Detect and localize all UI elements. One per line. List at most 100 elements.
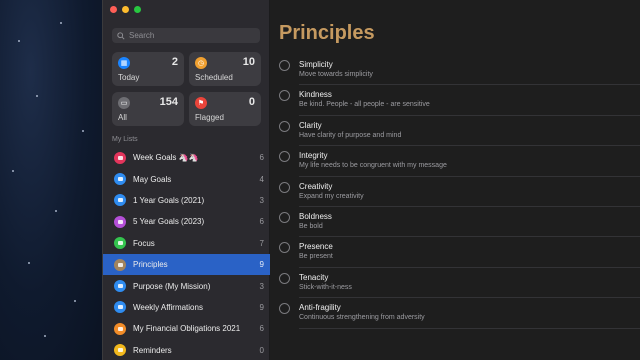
reminder-checkbox[interactable] [279,120,290,132]
list-count: 6 [259,324,264,334]
smart-list-today[interactable]: ▦ 2 Today [112,52,184,86]
list-count: 7 [259,238,264,248]
list-bullet-icon [114,237,126,250]
list-bullet-icon [114,280,126,293]
smart-list-count: 0 [248,96,255,108]
smart-list-count: 10 [242,56,255,68]
tray-icon: ▭ [118,97,130,109]
desktop-wallpaper [0,0,102,360]
list-title: Principles [279,22,375,44]
reminder-checkbox[interactable] [279,181,290,193]
list-name: 5 Year Goals (2023) [133,217,205,227]
sidebar-list-item[interactable]: Weekly Affirmations 9 [103,297,270,318]
divider [299,327,640,329]
search-input[interactable] [129,31,249,40]
list-count: 3 [259,281,264,291]
reminder-title[interactable]: Presence [299,242,333,251]
reminder-note[interactable]: Continuous strengthening from adversity [299,314,425,321]
reminder-title[interactable]: Anti-fragility [299,303,341,312]
calendar-icon: ▦ [118,57,130,69]
sidebar-list-item[interactable]: My Financial Obligations 2021 6 [103,318,270,339]
reminder-note[interactable]: Be present [299,253,333,260]
reminder-note[interactable]: Be kind. People - all people - are sensi… [299,101,430,108]
list-bullet-icon [114,194,126,207]
reminder-row[interactable]: Presence Be present [270,237,640,268]
list-bullet-icon [114,151,126,164]
list-bullet-icon [114,344,126,357]
close-button[interactable] [110,6,117,13]
reminder-title[interactable]: Boldness [299,212,332,221]
list-name: Weekly Affirmations [133,302,203,312]
reminder-row[interactable]: Tenacity Stick-with-it-ness [270,268,640,299]
zoom-button[interactable] [134,6,141,13]
sidebar-list-item[interactable]: Week Goals 🦄🦄 6 [103,147,270,168]
smart-list-count: 154 [159,96,178,108]
reminder-note[interactable]: Stick-with-it-ness [299,284,352,291]
reminder-checkbox[interactable] [279,211,290,223]
reminder-title[interactable]: Integrity [299,151,327,160]
smart-list-label: Scheduled [195,73,233,82]
list-bullet-icon [114,301,126,314]
smart-list-label: Today [118,73,140,82]
smart-list-label: All [118,113,127,122]
reminder-checkbox[interactable] [279,60,290,71]
reminder-checkbox[interactable] [279,242,290,254]
reminder-checkbox[interactable] [279,151,290,163]
list-bullet-icon [114,258,126,271]
smart-list-count: 2 [171,56,178,68]
reminder-title[interactable]: Kindness [299,90,332,99]
reminder-note[interactable]: Expand my creativity [299,193,364,200]
reminder-title[interactable]: Simplicity [299,60,333,69]
reminders-list: Simplicity Move towards simplicity Kindnes… [270,55,640,329]
reminder-title[interactable]: Clarity [299,121,322,130]
list-name: 1 Year Goals (2021) [133,195,205,205]
smart-list-scheduled[interactable]: ◷ 10 Scheduled [189,52,261,86]
list-count: 9 [259,302,264,312]
list-count: 6 [259,153,264,163]
sidebar-list-item[interactable]: Reminders 0 [103,340,270,360]
list-count: 6 [259,217,264,227]
sidebar-list-item[interactable]: Principles 9 [103,253,270,276]
reminder-note[interactable]: Have clarity of purpose and mind [299,132,401,139]
search-icon [117,31,125,40]
list-count: 9 [259,260,264,270]
flag-icon: ⚑ [195,97,207,109]
reminder-row[interactable]: Anti-fragility Continuous strengthening f… [270,298,640,329]
reminder-title[interactable]: Tenacity [299,273,328,282]
sidebar-list-item[interactable]: Purpose (My Mission) 3 [103,275,270,296]
reminder-note[interactable]: Move towards simplicity [299,71,373,78]
minimize-button[interactable] [122,6,129,13]
reminder-row[interactable]: Boldness Be bold [270,207,640,238]
reminder-row[interactable]: Clarity Have clarity of purpose and mind [270,116,640,147]
reminder-row[interactable]: Creativity Expand my creativity [270,177,640,207]
reminder-checkbox[interactable] [279,303,290,315]
reminder-title[interactable]: Creativity [299,182,332,191]
list-name: May Goals [133,174,172,184]
list-name: Purpose (My Mission) [133,281,211,291]
clock-icon: ◷ [195,57,207,69]
sidebar-list-item[interactable]: 1 Year Goals (2021) 3 [103,190,270,211]
list-count: 4 [259,174,264,184]
reminder-checkbox[interactable] [279,90,290,102]
list-name: Week Goals 🦄🦄 [133,153,199,163]
smart-lists-grid: ▦ 2 Today ◷ 10 Scheduled ▭ 154 All ⚑ 0 Flagged [112,52,261,126]
search-field[interactable] [112,28,260,43]
smart-list-all[interactable]: ▭ 154 All [112,92,184,126]
my-lists: Week Goals 🦄🦄 6 May Goals 4 1 Year Goals (20… [103,147,270,360]
list-name: Focus [133,238,155,248]
list-bullet-icon [114,322,126,335]
reminders-window: ▦ 2 Today ◷ 10 Scheduled ▭ 154 All ⚑ 0 Flagged My L… [102,0,640,360]
sidebar-list-item[interactable]: May Goals 4 [103,168,270,189]
reminder-row[interactable]: Integrity My life needs to be congruent w… [270,146,640,177]
reminder-checkbox[interactable] [279,272,290,284]
list-name: Reminders [133,345,172,355]
reminder-note[interactable]: Be bold [299,223,323,230]
smart-list-flagged[interactable]: ⚑ 0 Flagged [189,92,261,126]
list-count: 3 [259,195,264,205]
reminder-row[interactable]: Kindness Be kind. People - all people - a… [270,85,640,116]
reminder-note[interactable]: My life needs to be congruent with my me… [299,162,447,169]
reminder-row[interactable]: Simplicity Move towards simplicity [270,55,640,86]
list-bullet-icon [114,173,126,186]
sidebar-list-item[interactable]: 5 Year Goals (2023) 6 [103,211,270,232]
sidebar-list-item[interactable]: Focus 7 [103,233,270,254]
